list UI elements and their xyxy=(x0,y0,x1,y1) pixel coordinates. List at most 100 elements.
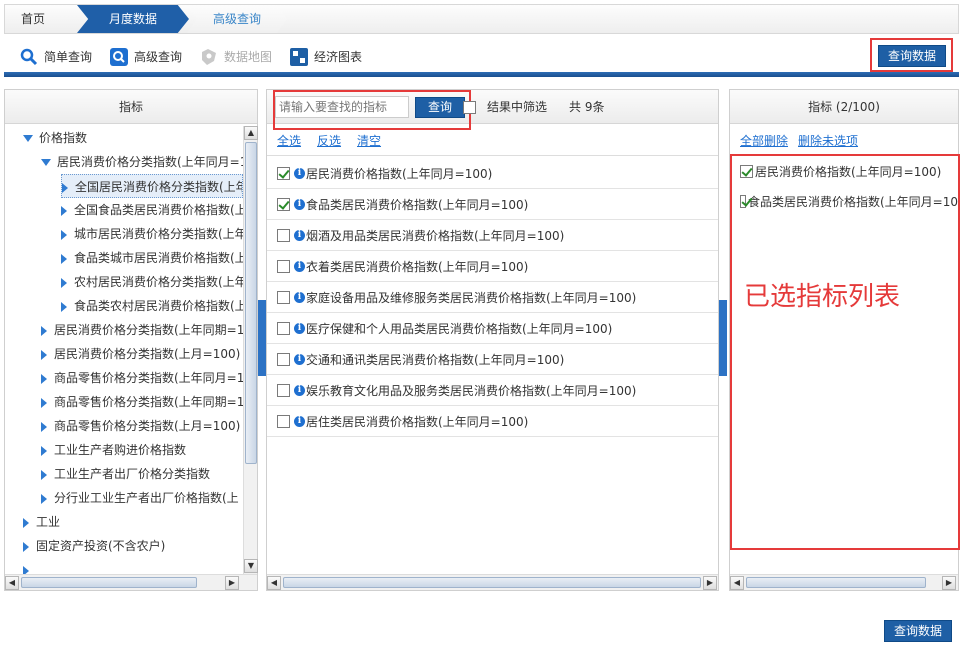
collapsed-icon[interactable] xyxy=(23,541,29,552)
tree-node[interactable]: 食品类农村居民消费价格指数(上 xyxy=(61,294,243,318)
collapsed-icon[interactable] xyxy=(61,229,67,240)
indicator-list-item[interactable]: i 衣着类居民消费价格指数(上年同月=100) xyxy=(267,251,718,282)
info-icon[interactable]: i xyxy=(294,353,305,365)
indicator-list-item[interactable]: i 交通和通讯类居民消费价格指数(上年同月=100) xyxy=(267,344,718,375)
info-icon[interactable]: i xyxy=(294,167,305,179)
collapsed-icon[interactable] xyxy=(61,253,67,264)
list-horizontal-scrollbar[interactable]: ◀ ▶ xyxy=(267,574,718,590)
scroll-left-icon[interactable]: ◀ xyxy=(267,576,281,590)
indicator-list-item[interactable]: i 居住类居民消费价格指数(上年同月=100) xyxy=(267,406,718,437)
tree-node[interactable] xyxy=(23,558,243,574)
tree-node[interactable]: 城市居民消费价格分类指数(上年 xyxy=(61,222,243,246)
collapsed-icon[interactable] xyxy=(41,445,47,456)
tree-node[interactable]: 工业 xyxy=(23,510,243,534)
collapsed-icon[interactable] xyxy=(41,349,47,360)
indicator-checkbox[interactable] xyxy=(277,197,290,211)
delete-unchecked-link[interactable]: 删除未选项 xyxy=(798,126,858,156)
indicator-checkbox[interactable] xyxy=(277,259,290,273)
scroll-up-icon[interactable]: ▲ xyxy=(244,126,258,140)
tree-node[interactable]: 全国食品类居民消费价格指数(上 xyxy=(61,198,243,222)
tree-node[interactable]: 居民消费价格分类指数(上年同期=1 xyxy=(41,318,243,342)
indicator-checkbox[interactable] xyxy=(277,166,290,180)
tree-node[interactable]: 农村居民消费价格分类指数(上年 xyxy=(61,270,243,294)
collapsed-icon[interactable] xyxy=(61,205,67,216)
scroll-left-icon[interactable]: ◀ xyxy=(5,576,19,590)
tree-node[interactable]: 价格指数 xyxy=(23,126,243,150)
scroll-right-icon[interactable]: ▶ xyxy=(703,576,717,590)
indicator-list-item[interactable]: i 娱乐教育文化用品及服务类居民消费价格指数(上年同月=100) xyxy=(267,375,718,406)
info-icon[interactable]: i xyxy=(294,260,305,272)
selected-horizontal-scrollbar[interactable]: ◀ ▶ xyxy=(730,574,958,590)
expanded-icon[interactable] xyxy=(23,135,33,142)
info-icon[interactable]: i xyxy=(294,384,305,396)
tree-node[interactable]: 工业生产者出厂价格分类指数 xyxy=(41,462,243,486)
left-splitter-handle[interactable] xyxy=(258,300,266,376)
collapsed-icon[interactable] xyxy=(41,397,47,408)
tree-node[interactable]: 商品零售价格分类指数(上年同期=1 xyxy=(41,390,243,414)
scroll-right-icon[interactable]: ▶ xyxy=(225,576,239,590)
tree-node[interactable]: 工业生产者购进价格指数 xyxy=(41,438,243,462)
query-data-button[interactable]: 查询数据 xyxy=(878,45,946,67)
indicator-checkbox[interactable] xyxy=(277,414,290,428)
info-icon[interactable]: i xyxy=(294,322,305,334)
collapsed-icon[interactable] xyxy=(23,565,29,574)
indicator-list-item[interactable]: i 烟酒及用品类居民消费价格指数(上年同月=100) xyxy=(267,220,718,251)
select-all-link[interactable]: 全选 xyxy=(277,126,301,156)
collapsed-icon[interactable] xyxy=(41,421,47,432)
simple-query-tab[interactable]: 简单查询 xyxy=(20,46,92,68)
footer-query-data-button[interactable]: 查询数据 xyxy=(884,620,952,642)
indicator-checkbox[interactable] xyxy=(277,352,290,366)
collapsed-icon[interactable] xyxy=(62,182,68,193)
scroll-down-icon[interactable]: ▼ xyxy=(244,559,258,573)
tree-node[interactable]: 居民消费价格分类指数(上年同月=1 xyxy=(41,150,243,174)
breadcrumb-advanced-query[interactable]: 高级查询 xyxy=(187,5,287,33)
collapsed-icon[interactable] xyxy=(41,325,47,336)
indicator-list-item[interactable]: i 居民消费价格指数(上年同月=100) xyxy=(267,158,718,189)
tree-node[interactable]: 商品零售价格分类指数(上年同月=1 xyxy=(41,366,243,390)
invert-selection-link[interactable]: 反选 xyxy=(317,126,341,156)
scroll-thumb[interactable] xyxy=(21,577,197,588)
breadcrumb-home[interactable]: 首页 xyxy=(21,5,45,33)
tree-node[interactable]: 固定资产投资(不含农户) xyxy=(23,534,243,558)
scroll-thumb[interactable] xyxy=(283,577,701,588)
right-splitter-handle[interactable] xyxy=(719,300,727,376)
collapsed-icon[interactable] xyxy=(41,373,47,384)
tree-node[interactable]: 分行业工业生产者出厂价格指数(上 xyxy=(41,486,243,510)
tree-horizontal-scrollbar[interactable]: ◀ ▶ xyxy=(5,574,257,590)
tree-node-label: 城市居民消费价格分类指数(上年 xyxy=(74,227,243,241)
info-icon[interactable]: i xyxy=(294,229,305,241)
info-icon[interactable]: i xyxy=(294,415,305,427)
economic-chart-tab[interactable]: 经济图表 xyxy=(290,46,362,68)
indicator-checkbox[interactable] xyxy=(277,383,290,397)
expanded-icon[interactable] xyxy=(41,159,51,166)
indicator-checkbox[interactable] xyxy=(277,290,290,304)
tree-node[interactable]: 居民消费价格分类指数(上月=100) xyxy=(41,342,243,366)
indicator-list-item[interactable]: i 食品类居民消费价格指数(上年同月=100) xyxy=(267,189,718,220)
clear-link[interactable]: 清空 xyxy=(357,126,381,156)
advanced-query-tab[interactable]: 高级查询 xyxy=(110,46,182,68)
data-map-tab[interactable]: 数据地图 xyxy=(200,46,272,68)
info-icon[interactable]: i xyxy=(294,198,305,210)
scroll-left-icon[interactable]: ◀ xyxy=(730,576,744,590)
delete-all-link[interactable]: 全部删除 xyxy=(740,126,788,156)
scroll-right-icon[interactable]: ▶ xyxy=(942,576,956,590)
collapsed-icon[interactable] xyxy=(61,301,67,312)
tree-vertical-scrollbar[interactable]: ▲ ▼ xyxy=(243,126,258,574)
filter-in-results-checkbox[interactable] xyxy=(463,101,476,114)
tree-node[interactable]: 全国居民消费价格分类指数(上年 xyxy=(61,174,243,198)
tree-node[interactable]: 食品类城市居民消费价格指数(上 xyxy=(61,246,243,270)
collapsed-icon[interactable] xyxy=(41,493,47,504)
tree-node[interactable]: 商品零售价格分类指数(上月=100) xyxy=(41,414,243,438)
scroll-thumb[interactable] xyxy=(746,577,926,588)
indicator-list-item[interactable]: i 家庭设备用品及维修服务类居民消费价格指数(上年同月=100) xyxy=(267,282,718,313)
scroll-thumb[interactable] xyxy=(245,142,257,464)
indicator-checkbox[interactable] xyxy=(277,228,290,242)
indicator-checkbox[interactable] xyxy=(277,321,290,335)
collapsed-icon[interactable] xyxy=(41,469,47,480)
tree-node-label: 工业生产者出厂价格分类指数 xyxy=(54,467,211,481)
indicator-list-item[interactable]: i 医疗保健和个人用品类居民消费价格指数(上年同月=100) xyxy=(267,313,718,344)
collapsed-icon[interactable] xyxy=(23,517,29,528)
info-icon[interactable]: i xyxy=(294,291,305,303)
collapsed-icon[interactable] xyxy=(61,277,67,288)
breadcrumb-month-data[interactable]: 月度数据 xyxy=(77,5,189,33)
